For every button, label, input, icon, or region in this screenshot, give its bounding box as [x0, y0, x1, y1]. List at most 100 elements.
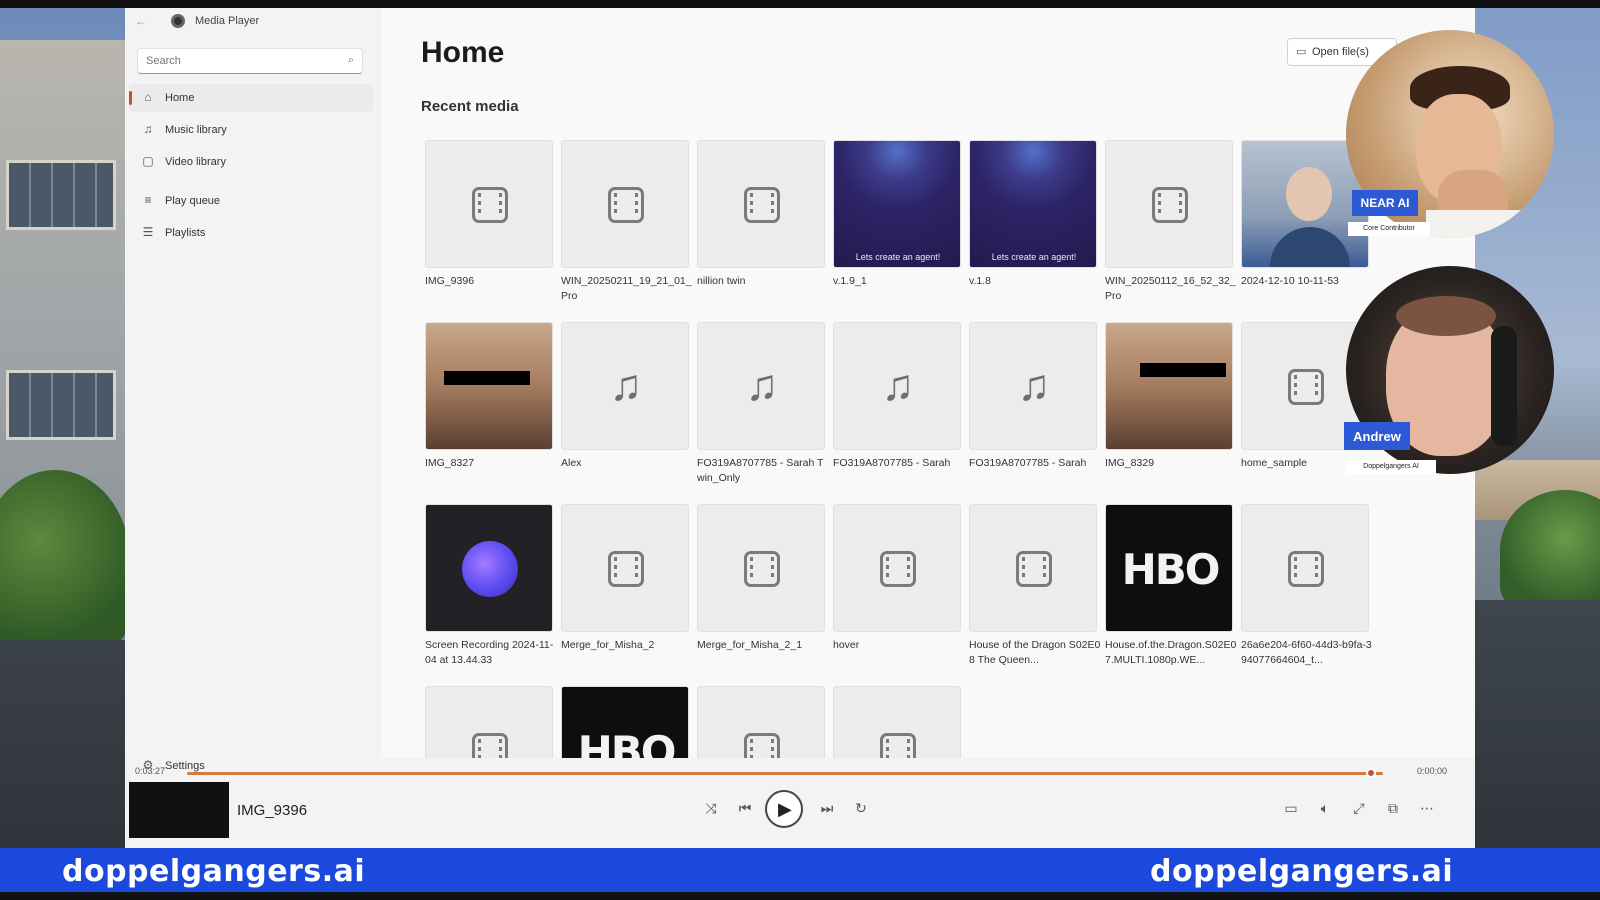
media-title: v.1.8 — [969, 275, 991, 287]
play-button[interactable]: ▶ — [765, 790, 803, 828]
file-icon: ▭ — [1296, 46, 1307, 58]
media-tile[interactable]: hover — [833, 504, 961, 653]
media-tile[interactable]: Merge_for_Misha_2 — [561, 504, 689, 653]
media-tile[interactable]: IMG_9396 — [425, 140, 553, 289]
thumbnail-caption: Lets create an agent! — [991, 252, 1077, 262]
media-tile[interactable]: ♫ FO319A8707785 - Sarah — [833, 322, 961, 471]
media-title: House.of.the.Dragon.S02E07.MULTI.1080p.W… — [1105, 639, 1237, 666]
play-icon: ▶ — [778, 799, 792, 819]
webcam-person — [1396, 296, 1496, 336]
media-tile[interactable]: Merge_for_Misha_2_1 — [697, 504, 825, 653]
media-thumbnail[interactable] — [561, 140, 689, 268]
media-tile[interactable]: House of the Dragon S02E08 The Queen... — [969, 504, 1100, 668]
media-thumbnail[interactable]: ♫ — [697, 322, 825, 450]
media-thumbnail[interactable] — [833, 504, 961, 632]
participant-2-name: Andrew — [1344, 422, 1410, 450]
media-title: WIN_20250211_19_21_01_Pro — [561, 275, 692, 302]
media-thumbnail[interactable] — [561, 504, 689, 632]
playlist-icon: ☰ — [142, 225, 154, 239]
music-note-icon: ♫ — [143, 122, 153, 136]
hbo-logo: HBO — [1121, 545, 1221, 594]
sidebar-item-music-library[interactable]: ♫ Music library — [129, 116, 373, 144]
media-tile[interactable]: nillion twin — [697, 140, 825, 289]
media-tile[interactable]: WIN_20250112_16_52_32_Pro — [1105, 140, 1236, 304]
media-title: Merge_for_Misha_2_1 — [697, 639, 803, 651]
media-thumbnail[interactable] — [697, 686, 825, 758]
media-tile[interactable]: ♫ FO319A8707785 - Sarah Twin_Only — [697, 322, 825, 486]
hbo-logo: HBO — [577, 727, 677, 758]
cast-icon[interactable]: ⧉ — [1381, 800, 1405, 817]
media-tile[interactable]: Lets create an agent! v.1.9_1 — [833, 140, 961, 289]
media-thumbnail[interactable]: ♫ — [833, 322, 961, 450]
fullscreen-icon[interactable]: ⤢ — [1347, 800, 1371, 817]
redaction-bar — [444, 371, 530, 385]
seek-thumb[interactable] — [1366, 768, 1377, 778]
media-thumbnail[interactable] — [1105, 322, 1233, 450]
media-thumbnail[interactable]: Lets create an agent! — [969, 140, 1097, 268]
now-playing-title: IMG_9396 — [237, 802, 308, 819]
search-icon[interactable]: ⌕ — [348, 54, 354, 67]
media-thumbnail[interactable] — [425, 140, 553, 268]
media-tile[interactable] — [697, 686, 825, 758]
redaction-bar — [1140, 363, 1226, 377]
next-icon[interactable]: ⏭ — [815, 800, 839, 817]
volume-icon[interactable]: 🔈︎ — [1313, 800, 1337, 817]
media-tile[interactable]: IMG_8329 — [1105, 322, 1233, 471]
media-thumbnail[interactable]: ♫ — [969, 322, 1097, 450]
media-tile[interactable]: ♫ FO319A8707785 - Sarah — [969, 322, 1097, 471]
media-thumbnail[interactable] — [697, 504, 825, 632]
media-tile[interactable]: IMG_8327 — [425, 322, 553, 471]
repeat-icon[interactable]: ↻ — [849, 800, 873, 817]
seek-track[interactable] — [187, 772, 1383, 775]
media-thumbnail[interactable]: HBO — [1105, 504, 1233, 632]
more-options-icon[interactable]: ⋯ — [1415, 800, 1439, 817]
media-thumbnail[interactable]: Lets create an agent! — [833, 140, 961, 268]
player-controls: IMG_9396 ⤨ ⏮ ▶ ⏭ ↻ ▭ 🔈︎ ⤢ ⧉ ⋯ — [125, 782, 1475, 848]
media-tile[interactable] — [425, 686, 553, 758]
search-input[interactable] — [138, 49, 328, 73]
thumbnail-caption: Lets create an agent! — [855, 252, 941, 262]
media-tile[interactable]: 26a6e204-6f60-44d3-b9fa-394077664604_t..… — [1241, 504, 1372, 668]
media-thumbnail[interactable] — [833, 686, 961, 758]
sidebar-item-video-library[interactable]: ▢ Video library — [129, 148, 373, 176]
media-tile[interactable]: HBO House.of.the.Dragon.S02E07.MULTI.1080… — [1105, 504, 1236, 668]
abstract-shape — [462, 541, 518, 597]
app-title: Media Player — [195, 15, 260, 27]
video-file-icon — [472, 733, 508, 758]
media-thumbnail[interactable] — [425, 686, 553, 758]
participant-2-role: Doppelgangers AI — [1346, 460, 1436, 474]
media-tile[interactable]: Screen Recording 2024-11-04 at 13.44.33 — [425, 504, 553, 668]
media-thumbnail[interactable]: HBO — [561, 686, 689, 758]
media-tile[interactable]: WIN_20250211_19_21_01_Pro — [561, 140, 692, 304]
shuffle-icon[interactable]: ⤨ — [699, 800, 723, 817]
sidebar: ⌕ ⌂ Home ♫ Music library ▢ Video library… — [125, 38, 381, 772]
previous-icon[interactable]: ⏮ — [733, 800, 757, 817]
sidebar-item-play-queue[interactable]: ≡ Play queue — [129, 187, 373, 215]
now-playing-thumbnail[interactable] — [129, 782, 229, 838]
video-file-icon — [880, 733, 916, 758]
sidebar-item-home[interactable]: ⌂ Home — [129, 84, 373, 112]
sidebar-item-label: Video library — [165, 156, 226, 168]
sidebar-item-label: Playlists — [165, 227, 206, 239]
media-tile[interactable]: Lets create an agent! v.1.8 — [969, 140, 1097, 289]
video-file-icon — [880, 551, 916, 587]
banner-text-right: doppelgangers.ai — [1150, 854, 1454, 889]
media-tile[interactable]: HBO — [561, 686, 689, 758]
media-tile[interactable]: ♫ Alex — [561, 322, 689, 471]
media-title: FO319A8707785 - Sarah — [833, 457, 951, 469]
media-thumbnail[interactable] — [425, 322, 553, 450]
media-thumbnail[interactable] — [425, 504, 553, 632]
media-thumbnail[interactable] — [697, 140, 825, 268]
media-thumbnail[interactable] — [1241, 504, 1369, 632]
bottom-letterbox — [0, 892, 1600, 900]
media-thumbnail[interactable] — [1105, 140, 1233, 268]
mini-player-icon[interactable]: ▭ — [1279, 800, 1303, 817]
sidebar-item-playlists[interactable]: ☰ Playlists — [129, 219, 373, 247]
music-note-icon: ♫ — [745, 361, 779, 410]
back-arrow-icon[interactable]: ← — [135, 14, 147, 28]
media-thumbnail[interactable]: ♫ — [561, 322, 689, 450]
media-tile[interactable] — [833, 686, 961, 758]
video-file-icon — [1152, 187, 1188, 223]
seek-bar[interactable]: 0:03:27 0:00:00 — [135, 766, 1465, 782]
media-thumbnail[interactable] — [969, 504, 1097, 632]
